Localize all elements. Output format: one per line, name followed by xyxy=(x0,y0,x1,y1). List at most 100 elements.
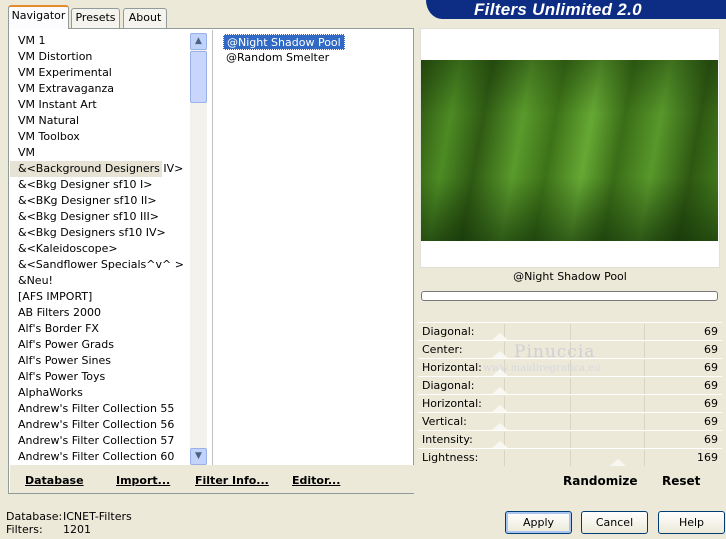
import-link[interactable]: Import... xyxy=(116,474,170,487)
watermark-url: www.maidiregrafica.eu xyxy=(483,363,601,374)
apply-button[interactable]: Apply xyxy=(505,511,572,534)
database-value: ICNET-Filters xyxy=(63,510,132,523)
category-item[interactable]: Andrew's Filter Collection 60 xyxy=(10,449,190,465)
slider-value: 69 xyxy=(704,433,718,446)
slider-label: Horizontal: xyxy=(422,361,482,374)
category-item[interactable]: Alf's Power Toys xyxy=(10,369,190,385)
database-link[interactable]: Database xyxy=(25,474,84,487)
slider-row[interactable]: Vertical: 69 xyxy=(418,412,722,430)
slider-tick xyxy=(570,378,571,394)
category-item[interactable]: &Neu! xyxy=(10,273,190,289)
slider-value: 69 xyxy=(704,361,718,374)
cancel-button[interactable]: Cancel xyxy=(581,511,648,534)
tab-navigator[interactable]: Navigator xyxy=(8,5,69,29)
filter-info-link[interactable]: Filter Info... xyxy=(195,474,269,487)
category-item[interactable]: &<Background Designers IV> xyxy=(10,161,183,177)
category-item[interactable]: &<BKg Designer sf10 II> xyxy=(10,193,190,209)
slider-thumb[interactable] xyxy=(492,387,508,394)
slider-thumb[interactable] xyxy=(492,333,508,340)
category-item[interactable]: Andrew's Filter Collection 57 xyxy=(10,433,190,449)
reset-button[interactable]: Reset xyxy=(662,474,700,488)
preview-action-bar: Randomize Reset xyxy=(418,465,722,493)
filters-value: 1201 xyxy=(63,523,91,536)
navigator-bottom-bar: Database Import... Filter Info... Editor… xyxy=(10,465,414,493)
category-item[interactable]: &<Bkg Designer sf10 I> xyxy=(10,177,190,193)
slider-thumb[interactable] xyxy=(492,423,508,430)
slider-value: 169 xyxy=(697,451,718,464)
category-item[interactable]: &<Sandflower Specials^v^ > xyxy=(10,257,190,273)
category-item[interactable]: VM Extravaganza xyxy=(10,81,190,97)
slider-tick xyxy=(570,324,571,340)
category-item[interactable]: Alf's Border FX xyxy=(10,321,190,337)
slider-label: Lightness: xyxy=(422,451,479,464)
category-item[interactable]: Alf's Power Sines xyxy=(10,353,190,369)
slider-label: Center: xyxy=(422,343,463,356)
category-item[interactable]: VM 1 xyxy=(10,33,190,49)
slider-tick xyxy=(644,414,645,430)
category-item[interactable]: VM xyxy=(10,145,190,161)
category-list[interactable]: VM 1 VM Distortion VM Experimental VM Extra… xyxy=(10,33,190,465)
slider-row[interactable]: Diagonal: 69 xyxy=(418,322,722,340)
scroll-down-button[interactable]: ▼ xyxy=(190,448,207,465)
slider-value: 69 xyxy=(704,415,718,428)
category-item[interactable]: Alf's Power Grads xyxy=(10,337,190,353)
slider-tick xyxy=(570,396,571,412)
slider-label: Vertical: xyxy=(422,415,467,428)
slider-tick xyxy=(570,414,571,430)
editor-link[interactable]: Editor... xyxy=(292,474,340,487)
help-button[interactable]: Help xyxy=(658,511,725,534)
category-scrollbar[interactable]: ▲ ▼ xyxy=(190,33,207,465)
slider-tick xyxy=(644,432,645,448)
slider-tick xyxy=(644,324,645,340)
slider-tick xyxy=(644,342,645,358)
slider-tick xyxy=(644,378,645,394)
slider-thumb[interactable] xyxy=(492,441,508,448)
tab-presets[interactable]: Presets xyxy=(71,8,120,28)
slider-tick xyxy=(644,360,645,376)
category-item[interactable]: [AFS IMPORT] xyxy=(10,289,190,305)
app-title-banner: Filters Unlimited 2.0 xyxy=(426,0,726,19)
slider-tick xyxy=(644,450,645,466)
preview-image xyxy=(421,60,718,241)
category-item[interactable]: VM Experimental xyxy=(10,65,190,81)
category-item[interactable]: &<Kaleidoscope> xyxy=(10,241,190,257)
category-item[interactable]: VM Instant Art xyxy=(10,97,190,113)
filter-item[interactable]: @Random Smelter xyxy=(223,50,332,66)
database-label: Database: xyxy=(6,510,63,523)
slider-row[interactable]: Diagonal: 69 xyxy=(418,376,722,394)
category-item[interactable]: Andrew's Filter Collection 55 xyxy=(10,401,190,417)
slider-thumb[interactable] xyxy=(492,405,508,412)
tab-about[interactable]: About xyxy=(123,8,167,28)
category-item[interactable]: AB Filters 2000 xyxy=(10,305,190,321)
category-item[interactable]: Andrew's Filter Collection 56 xyxy=(10,417,190,433)
slider-value: 69 xyxy=(704,325,718,338)
slider-thumb[interactable] xyxy=(492,351,508,358)
scroll-up-button[interactable]: ▲ xyxy=(190,33,207,50)
filters-label: Filters: xyxy=(6,523,43,536)
slider-row[interactable]: Lightness: 169 xyxy=(418,448,722,466)
slider-value: 69 xyxy=(704,379,718,392)
category-item[interactable]: VM Distortion xyxy=(10,49,190,65)
slider-row[interactable]: Intensity: 69 xyxy=(418,430,722,448)
slider-tick xyxy=(570,432,571,448)
category-item[interactable]: VM Natural xyxy=(10,113,190,129)
slider-label: Intensity: xyxy=(422,433,473,446)
slider-label: Horizontal: xyxy=(422,397,482,410)
slider-tick xyxy=(570,450,571,466)
filter-item-selected[interactable]: @Night Shadow Pool xyxy=(223,34,345,50)
status-filters: Filters: 1201 xyxy=(6,523,91,536)
filter-list[interactable]: @Night Shadow Pool @Random Smelter xyxy=(223,34,408,66)
scroll-thumb[interactable] xyxy=(190,51,207,103)
category-item[interactable]: AlphaWorks xyxy=(10,385,190,401)
slider-value: 69 xyxy=(704,343,718,356)
slider-row[interactable]: Horizontal: 69 xyxy=(418,394,722,412)
slider-tick xyxy=(644,396,645,412)
slider-value: 69 xyxy=(704,397,718,410)
slider-label: Diagonal: xyxy=(422,379,475,392)
category-item[interactable]: &<Bkg Designer sf10 III> xyxy=(10,209,190,225)
randomize-button[interactable]: Randomize xyxy=(563,474,637,488)
status-database: Database: ICNET-Filters xyxy=(6,510,132,523)
category-item[interactable]: &<Bkg Designers sf10 IV> xyxy=(10,225,190,241)
category-item[interactable]: VM Toolbox xyxy=(10,129,190,145)
watermark-name: Pinuccia xyxy=(514,342,596,362)
